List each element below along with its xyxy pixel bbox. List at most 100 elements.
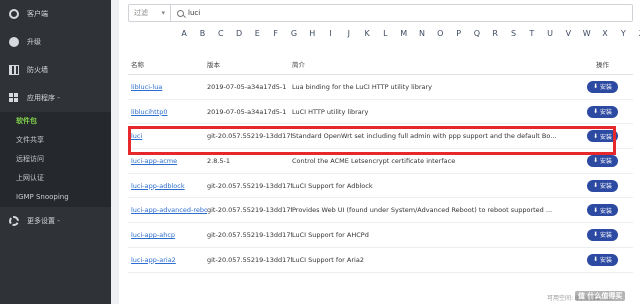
filter-label: 过滤	[134, 9, 148, 17]
package-version: git-20.057.55219-13dd17f-1	[207, 206, 292, 215]
alphabet-letter[interactable]: V	[559, 29, 577, 38]
alphabet-letter[interactable]: J	[340, 29, 358, 38]
submenu-item-packages[interactable]: 软件包	[0, 112, 111, 131]
package-description: LuCI Support for Adblock	[292, 181, 373, 190]
search-input[interactable]	[188, 9, 388, 17]
submenu-item-web-auth[interactable]: 上网认证	[0, 169, 111, 188]
download-icon: ⬇	[592, 256, 598, 264]
sidebar: 客户端 升级 防火墙 应用程序 - 软件包 文件共享 远程访问 上网认证 IGM…	[0, 0, 111, 304]
alphabet-letter[interactable]: R	[486, 29, 504, 38]
install-button[interactable]: ⬇ 安装	[586, 154, 619, 167]
apps-submenu: 软件包 文件共享 远程访问 上网认证 IGMP Snooping	[0, 112, 111, 207]
download-icon: ⬇	[592, 157, 598, 165]
package-description: Lua binding for the LuCI HTTP utility li…	[292, 82, 433, 91]
package-description: LuCI Support for Aria2	[292, 255, 364, 264]
action-cell: ⬇ 安装	[558, 228, 633, 241]
alphabet-letter[interactable]: X	[596, 29, 614, 38]
package-version: 2019-07-05-a34a17d5-1	[207, 82, 287, 91]
sidebar-item-apps[interactable]: 应用程序 -	[0, 84, 111, 112]
alphabet-letter[interactable]: T	[523, 29, 541, 38]
package-link[interactable]: luci-app-advanced-reboot	[131, 206, 207, 214]
alphabet-letter[interactable]: F	[266, 29, 284, 38]
submenu-item-igmp[interactable]: IGMP Snooping	[0, 188, 111, 207]
alphabet-letter[interactable]: Y	[614, 29, 632, 38]
download-icon: ⬇	[592, 231, 598, 239]
header-version: 版本	[207, 61, 220, 69]
package-link[interactable]: luci-app-adblock	[131, 182, 185, 190]
alphabet-letter[interactable]: B	[193, 29, 211, 38]
sidebar-item-firewall[interactable]: 防火墙	[0, 56, 111, 84]
package-description: LuCI HTTP utility library	[292, 107, 369, 116]
package-name-cell: libluci-lua	[128, 83, 207, 91]
highlight-box	[128, 126, 616, 155]
alphabet-letter[interactable]: G	[285, 29, 303, 38]
alphabet-letter[interactable]: P	[449, 29, 467, 38]
install-label: 安装	[600, 207, 613, 215]
package-name-cell: luci-app-ahcp	[128, 231, 207, 239]
table-row: luci-app-ahcp git-20.057.55219-13dd17f-1 L…	[128, 223, 633, 248]
alphabet-index: ABCDEFGHIJKLMNOPQRSTUVWXYZ	[175, 29, 640, 38]
search-bar: 过滤 ▾	[128, 4, 633, 22]
alphabet-letter[interactable]: Z	[632, 29, 640, 38]
alphabet-letter[interactable]: K	[358, 29, 376, 38]
install-label: 安装	[600, 109, 613, 117]
package-version: 2.8.5-1	[207, 156, 231, 165]
action-cell: ⬇ 安装	[558, 253, 633, 266]
user-icon	[9, 9, 19, 19]
alphabet-letter[interactable]: C	[212, 29, 230, 38]
sidebar-item-label: 防火墙	[27, 66, 48, 74]
chevron-down-icon: ▾	[161, 9, 165, 17]
download-icon: ⬇	[592, 182, 598, 190]
alphabet-letter[interactable]: E	[248, 29, 266, 38]
alphabet-letter[interactable]: O	[431, 29, 449, 38]
package-link[interactable]: luci-app-aria2	[131, 256, 176, 264]
alphabet-letter[interactable]: L	[376, 29, 394, 38]
package-name-cell: luci-app-adblock	[128, 182, 207, 190]
sidebar-item-label: 客户端	[27, 10, 48, 18]
alphabet-letter[interactable]: Q	[468, 29, 486, 38]
install-button[interactable]: ⬇ 安装	[586, 228, 619, 241]
submenu-item-remote-access[interactable]: 远程访问	[0, 150, 111, 169]
alphabet-letter[interactable]: W	[578, 29, 596, 38]
package-name-cell: liblucihttp0	[128, 108, 207, 116]
package-description: LuCI Support for AHCPd	[292, 230, 369, 239]
sidebar-item-upgrade[interactable]: 升级	[0, 28, 111, 56]
sidebar-item-more-settings[interactable]: 更多设置 -	[0, 207, 111, 235]
alphabet-letter[interactable]: N	[413, 29, 431, 38]
package-name-cell: luci-app-acme	[128, 157, 207, 165]
alphabet-letter[interactable]: D	[230, 29, 248, 38]
download-icon: ⬇	[592, 206, 598, 214]
header-description: 简介	[292, 61, 305, 69]
package-table: 名称 版本 简介 操作 libluci-lua 2019-07-05-a34a17…	[128, 54, 633, 273]
install-label: 安装	[600, 257, 613, 265]
sidebar-item-label: 应用程序 -	[27, 94, 60, 102]
package-link[interactable]: luci-app-acme	[131, 157, 177, 165]
apps-icon	[9, 93, 19, 103]
package-name-cell: luci-app-aria2	[128, 256, 207, 264]
package-link[interactable]: liblucihttp0	[131, 108, 168, 116]
package-name-cell: luci-app-advanced-reboot	[128, 206, 207, 214]
package-version: git-20.057.55219-13dd17f-1	[207, 255, 292, 264]
table-header: 名称 版本 简介 操作	[128, 54, 633, 75]
install-button[interactable]: ⬇ 安装	[586, 253, 619, 266]
install-button[interactable]: ⬇ 安装	[586, 179, 619, 192]
firewall-icon	[9, 65, 19, 75]
alphabet-letter[interactable]: S	[504, 29, 522, 38]
alphabet-letter[interactable]: I	[321, 29, 339, 38]
header-name: 名称	[131, 61, 144, 69]
install-button[interactable]: ⬇ 安装	[586, 105, 619, 118]
alphabet-letter[interactable]: A	[175, 29, 193, 38]
upgrade-icon	[9, 37, 19, 47]
install-button[interactable]: ⬇ 安装	[586, 80, 619, 93]
alphabet-letter[interactable]: H	[303, 29, 321, 38]
alphabet-letter[interactable]: M	[395, 29, 413, 38]
filter-select[interactable]: 过滤 ▾	[129, 5, 171, 21]
install-button[interactable]: ⬇ 安装	[586, 204, 619, 217]
alphabet-letter[interactable]: U	[541, 29, 559, 38]
action-cell: ⬇ 安装	[558, 154, 633, 167]
search-field	[171, 5, 632, 21]
package-link[interactable]: libluci-lua	[131, 83, 162, 91]
submenu-item-file-sharing[interactable]: 文件共享	[0, 131, 111, 150]
package-link[interactable]: luci-app-ahcp	[131, 231, 175, 239]
sidebar-item-client[interactable]: 客户端	[0, 0, 111, 28]
